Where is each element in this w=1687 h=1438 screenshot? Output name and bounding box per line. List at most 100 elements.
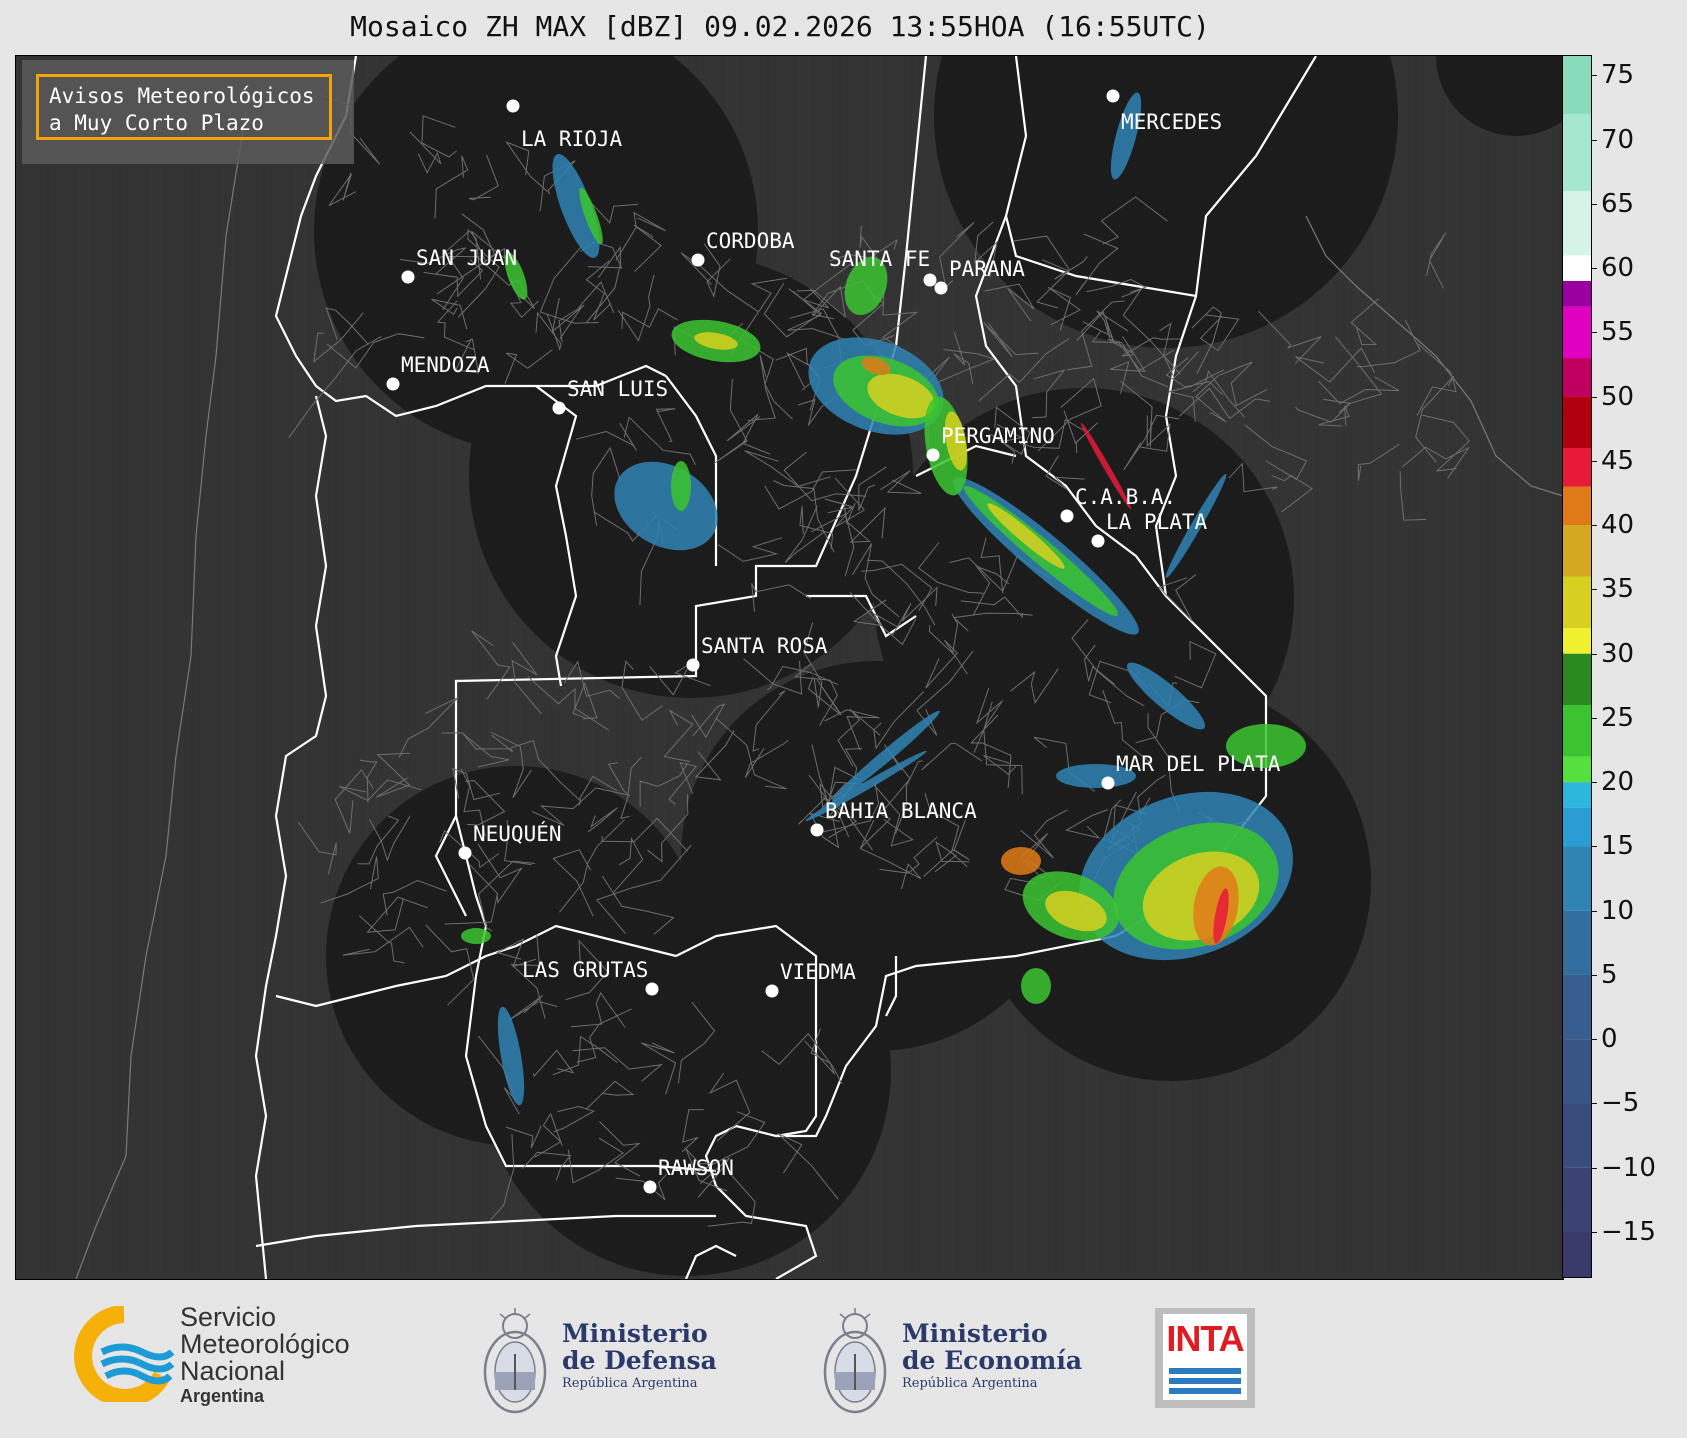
colorbar-tick: 60 (1590, 253, 1634, 283)
smn-line-4: Argentina (180, 1386, 265, 1406)
footer-logos: Servicio Meteorológico Nacional Argentin… (0, 1278, 1687, 1438)
smn-line-1: Servicio (180, 1302, 277, 1332)
colorbar-bands (1563, 56, 1591, 1277)
economia-wordmark: Ministerio de Economía República Argenti… (902, 1320, 1082, 1391)
colorbar-band (1563, 807, 1591, 847)
city-dot (934, 281, 948, 295)
colorbar-band (1563, 448, 1591, 487)
city-label: PARANA (949, 257, 1025, 281)
colorbar-tick: 20 (1590, 767, 1634, 797)
city-label: MERCEDES (1121, 110, 1222, 134)
colorbar-band (1563, 756, 1591, 783)
city-dot (643, 1180, 657, 1194)
defensa-line-3: República Argentina (562, 1376, 698, 1391)
colorbar-band (1563, 782, 1591, 808)
inta-logo: INTA (1155, 1308, 1255, 1408)
city-label: LA PLATA (1106, 510, 1208, 534)
alert-panel: Avisos Meteorológicos a Muy Corto Plazo (22, 60, 354, 164)
city-label: MENDOZA (401, 353, 490, 377)
city-label: PERGAMINO (941, 424, 1055, 448)
smn-line-2: Meteorológico (180, 1329, 350, 1359)
colorbar-band (1563, 190, 1591, 256)
city-dot (926, 448, 940, 462)
city-dot (458, 846, 472, 860)
alert-line-2: a Muy Corto Plazo (49, 111, 264, 135)
alert-label[interactable]: Avisos Meteorológicos a Muy Corto Plazo (36, 74, 332, 140)
colorbar-tick: −15 (1591, 1217, 1656, 1247)
colorbar-band (1563, 358, 1591, 397)
smn-swirl-icon (74, 1305, 175, 1407)
city-label: SANTA FE (829, 247, 930, 271)
colorbar-band (1563, 255, 1591, 281)
colorbar-tick: 55 (1590, 317, 1634, 347)
city-label: CORDOBA (706, 229, 795, 253)
colorbar-band (1563, 306, 1591, 359)
city-dot (552, 401, 566, 415)
defensa-wordmark: Ministerio de Defensa República Argentin… (562, 1320, 717, 1391)
colorbar-tick: 30 (1590, 639, 1634, 669)
city-dot (810, 823, 824, 837)
city-label: C.A.B.A. (1075, 485, 1176, 509)
colorbar-band (1563, 280, 1591, 307)
economia-line-2: de Economía (902, 1346, 1083, 1375)
smn-line-3: Nacional (180, 1356, 286, 1386)
smn-wordmark: Servicio Meteorológico Nacional Argentin… (180, 1304, 350, 1407)
smn-logo (66, 1305, 176, 1407)
city-label: RAWSON (658, 1156, 734, 1180)
city-label: LA RIOJA (521, 127, 623, 151)
colorbar-tick: −5 (1590, 1088, 1639, 1118)
city-dot (1091, 534, 1105, 548)
city-dot (1060, 509, 1074, 523)
city-dot (765, 984, 779, 998)
colorbar-band (1563, 576, 1591, 628)
colorbar-band (1563, 627, 1591, 654)
city-label: SAN JUAN (416, 246, 517, 270)
colorbar (1562, 55, 1592, 1278)
colorbar-band (1563, 396, 1591, 449)
city-dot (386, 377, 400, 391)
colorbar-tick: 10 (1590, 896, 1634, 926)
colorbar-band (1563, 1167, 1591, 1233)
colorbar-tick: 35 (1590, 574, 1634, 604)
colorbar-tick: 75 (1590, 60, 1634, 90)
city-dot (401, 270, 415, 284)
colorbar-band (1563, 910, 1591, 975)
colorbar-tick: −10 (1591, 1153, 1656, 1183)
inta-wordmark: INTA (1166, 1318, 1244, 1359)
colorbar-band (1563, 705, 1591, 757)
economia-line-3: República Argentina (902, 1376, 1038, 1391)
colorbar-band (1563, 1103, 1591, 1168)
national-seal-icon (823, 1308, 887, 1414)
city-dot (691, 253, 705, 267)
colorbar-band (1563, 113, 1591, 191)
city-label: MAR DEL PLATA (1116, 752, 1281, 776)
city-label: NEUQUÉN (473, 821, 562, 846)
colorbar-tick: 40 (1590, 510, 1634, 540)
colorbar-band (1563, 1039, 1591, 1104)
colorbar-tick: 70 (1590, 125, 1634, 155)
colorbar-band (1563, 486, 1591, 526)
colorbar-ticks: 75 70 65 60 55 50 45 40 35 30 25 20 15 10 5 0 −5 −10 −15 (1590, 55, 1687, 1278)
city-dot (923, 273, 937, 287)
colorbar-tick: 50 (1590, 382, 1634, 412)
colorbar-tick: 25 (1590, 703, 1634, 733)
colorbar-tick: 65 (1590, 189, 1634, 219)
colorbar-band (1563, 1232, 1591, 1277)
city-dot (506, 99, 520, 113)
economia-line-1: Ministerio (902, 1319, 1048, 1348)
alert-line-1: Avisos Meteorológicos (49, 84, 315, 108)
city-label: LAS GRUTAS (522, 958, 648, 982)
national-seal-icon (483, 1308, 547, 1414)
radar-map[interactable]: LA RIOJA MERCEDES CORDOBA SAN JUAN SANTA FE P… (15, 55, 1564, 1280)
colorbar-band (1563, 525, 1591, 577)
colorbar-band (1563, 56, 1591, 114)
map-title: Mosaico ZH MAX [dBZ] 09.02.2026 13:55HOA… (350, 10, 1210, 43)
colorbar-tick: 15 (1590, 831, 1634, 861)
city-label: VIEDMA (780, 960, 856, 984)
colorbar-tick: 45 (1590, 446, 1634, 476)
map-canvas: LA RIOJA MERCEDES CORDOBA SAN JUAN SANTA FE P… (16, 56, 1563, 1279)
colorbar-tick: 0 (1591, 1024, 1618, 1054)
city-dot (645, 982, 659, 996)
city-label: SANTA ROSA (701, 634, 828, 658)
colorbar-band (1563, 846, 1591, 911)
